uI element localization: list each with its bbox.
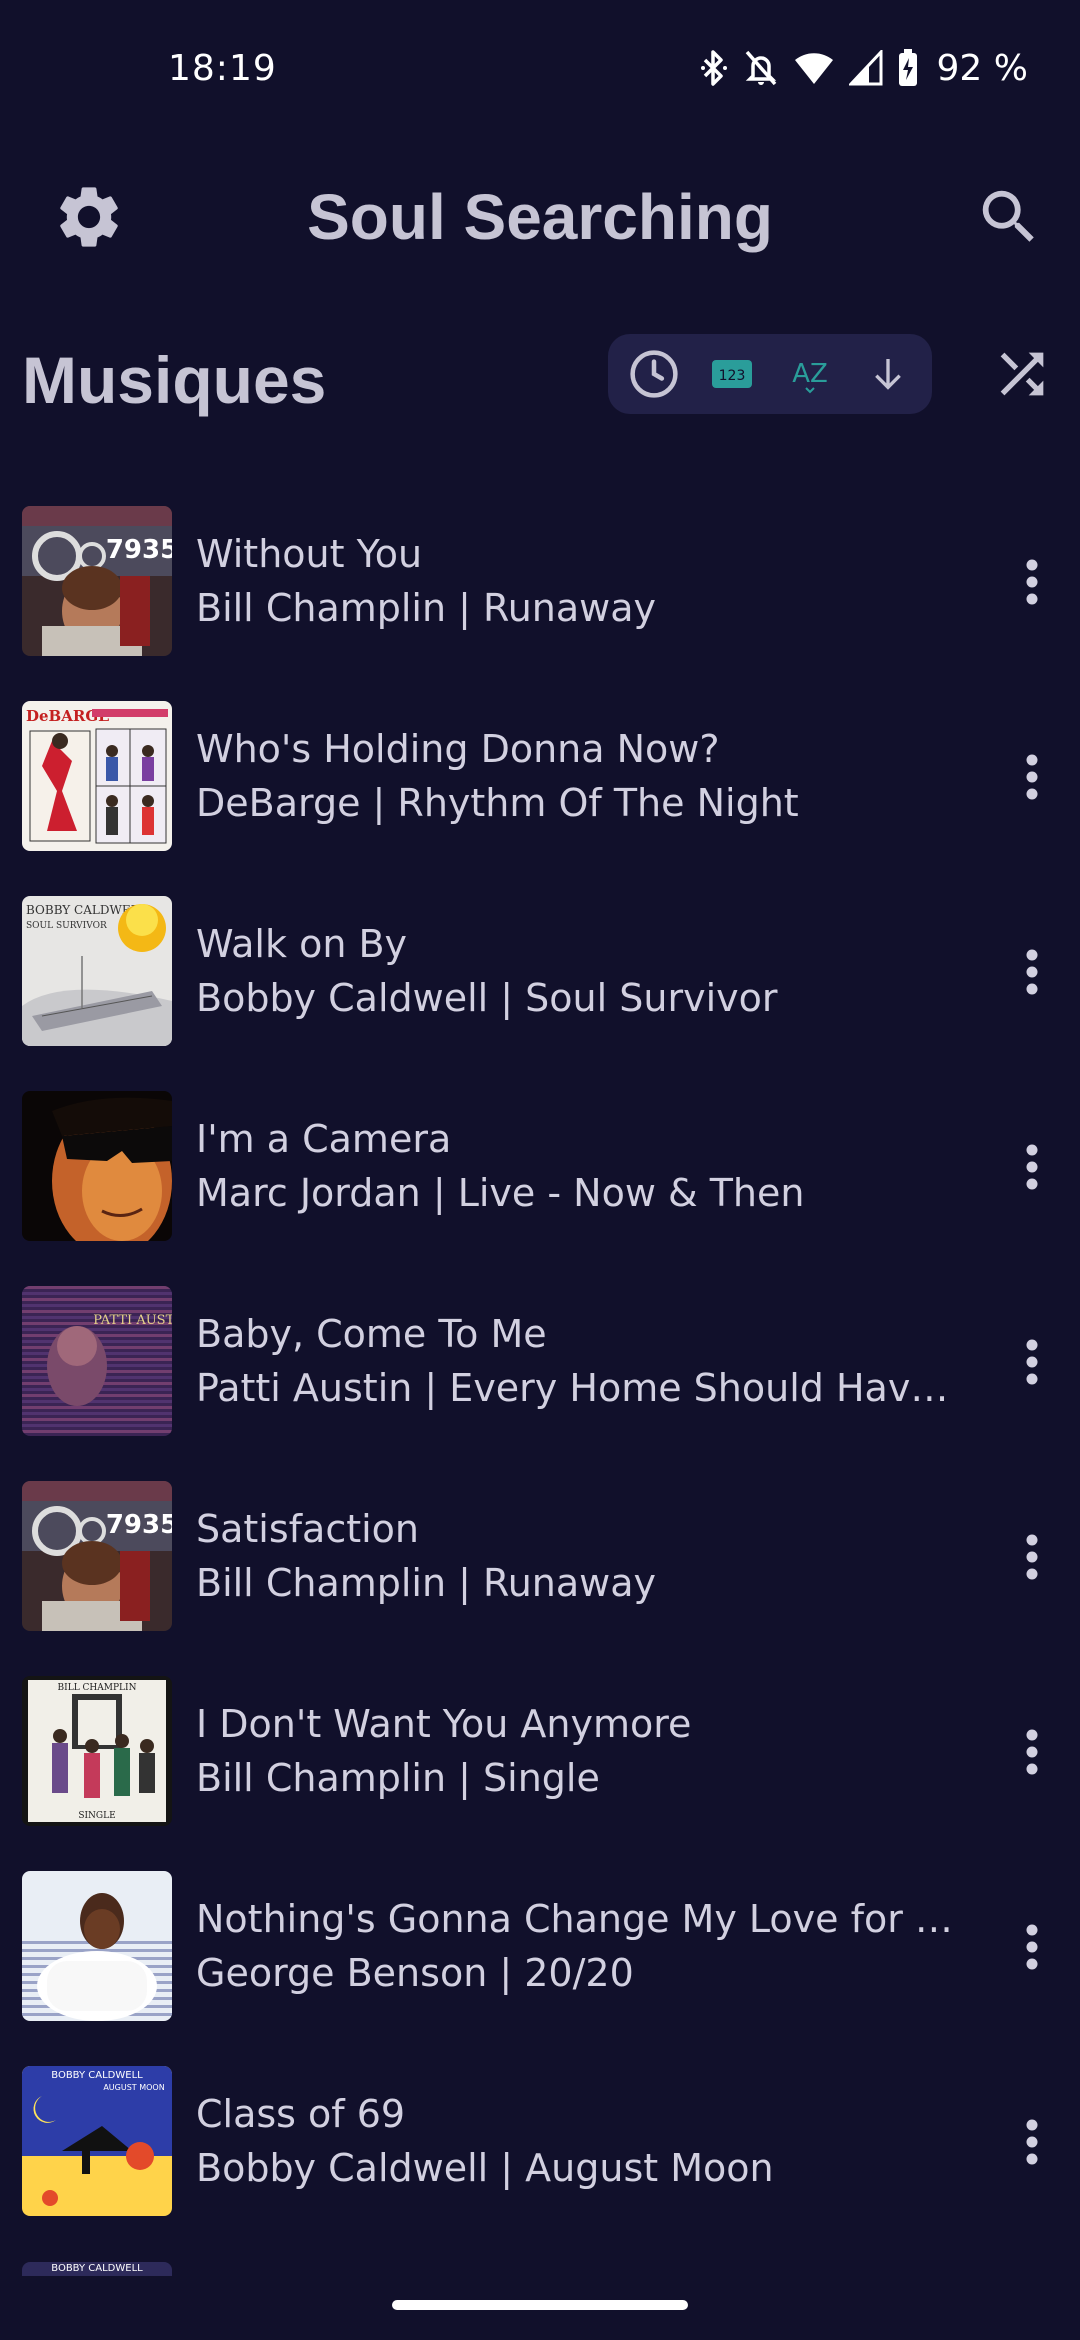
track-title: Who's Holding Donna Now? [196, 727, 720, 771]
more-vert-icon [1026, 1339, 1038, 1385]
more-options-button[interactable] [1002, 1127, 1062, 1207]
art-album: SOUL SURVIVOR [26, 921, 107, 931]
track-artist-album: George Benson | 20/20 [196, 1951, 634, 1995]
art-name: BILL CHAMPLIN [58, 1683, 137, 1693]
track-row[interactable]: 7935 Satisfaction Bill Champlin | Runawa… [0, 1475, 1080, 1670]
more-options-button[interactable] [1002, 932, 1062, 1012]
art-single: SINGLE [78, 1811, 115, 1821]
track-title: I'm a Camera [196, 1117, 452, 1161]
album-art: 7935 [22, 506, 172, 656]
track-artist-album: Bill Champlin | Single [196, 1756, 600, 1800]
track-row[interactable]: DeBARGE Who's Holding Donna Now? DeBarge… [0, 695, 1080, 890]
track-row[interactable]: BOBBY CALDWELL SOUL SURVIVOR Walk on By … [0, 890, 1080, 1085]
bluetooth-icon [699, 48, 729, 88]
az-sort-icon: AZ [792, 359, 828, 394]
track-row[interactable]: BILL CHAMPLIN SINGLE I Don't Want You An… [0, 1670, 1080, 1865]
track-artist-album: Patti Austin | Every Home Should Have O… [196, 1366, 956, 1410]
more-vert-icon [1026, 1924, 1038, 1970]
more-vert-icon [1026, 1534, 1038, 1580]
track-title: I Don't Want You Anymore [196, 1702, 692, 1746]
track-row[interactable]: PATTI AUSTIN Baby, Come To Me Patti Aust… [0, 1280, 1080, 1475]
more-options-button[interactable] [1002, 1907, 1062, 1987]
battery-percentage: 92 % [936, 47, 1028, 89]
screen: 18:19 92 % Soul Searching Musiques 123 A… [0, 0, 1080, 2340]
track-artist-album: Marc Jordan | Live - Now & Then [196, 1171, 805, 1215]
sort-direction-button[interactable] [848, 334, 928, 414]
search-button[interactable] [964, 172, 1054, 262]
clock-icon [630, 350, 678, 398]
album-art: BILL CHAMPLIN SINGLE [22, 1676, 172, 1826]
partial-art-text: BOBBY CALDWELL [51, 2263, 143, 2274]
top-app-bar: Soul Searching [0, 160, 1080, 270]
album-art [22, 1091, 172, 1241]
svg-text:123: 123 [719, 368, 746, 384]
track-title: Nothing's Gonna Change My Love for You [196, 1897, 956, 1941]
album-art [22, 1871, 172, 2021]
track-row[interactable]: BOBBY CALDWELL AUGUST MOON Class of 69 B… [0, 2060, 1080, 2255]
art-album: AUGUST MOON [103, 2083, 164, 2092]
art-number: 7935 [106, 1510, 172, 1540]
art-number: 7935 [106, 535, 172, 565]
more-options-button[interactable] [1002, 1322, 1062, 1402]
status-icons: 92 % [699, 46, 1028, 90]
gesture-navigation-bar[interactable] [392, 2300, 688, 2310]
more-vert-icon [1026, 2119, 1038, 2165]
app-title: Soul Searching [307, 181, 773, 253]
track-title: Walk on By [196, 922, 408, 966]
more-vert-icon [1026, 1729, 1038, 1775]
album-art: 7935 [22, 1481, 172, 1631]
track-title: Without You [196, 532, 423, 576]
section-header: Musiques 123 AZ [0, 330, 1080, 430]
more-vert-icon [1026, 754, 1038, 800]
more-vert-icon [1026, 949, 1038, 995]
track-row[interactable]: I'm a Camera Marc Jordan | Live - Now & … [0, 1085, 1080, 1280]
section-title: Musiques [22, 343, 327, 417]
track-list: 7935 Without You Bill Champlin | Runaway… [0, 500, 1080, 2255]
track-row[interactable]: Nothing's Gonna Change My Love for You G… [0, 1865, 1080, 2060]
partial-album-art: BOBBY CALDWELL [22, 2262, 172, 2276]
cell-signal-icon [848, 50, 883, 86]
more-options-button[interactable] [1002, 542, 1062, 622]
numeric-123-icon: 123 [712, 360, 752, 388]
wifi-icon [793, 50, 835, 86]
search-icon [982, 190, 1034, 242]
track-title: Satisfaction [196, 1507, 420, 1551]
status-bar: 18:19 92 % [0, 0, 1080, 140]
shuffle-icon [1000, 352, 1044, 396]
more-options-button[interactable] [1002, 1517, 1062, 1597]
art-name: PATTI AUSTIN [93, 1313, 172, 1328]
sort-by-number-button[interactable]: 123 [692, 334, 772, 414]
track-artist-album: DeBarge | Rhythm Of The Night [196, 781, 799, 825]
more-options-button[interactable] [1002, 737, 1062, 817]
more-vert-icon [1026, 1144, 1038, 1190]
album-art: BOBBY CALDWELL SOUL SURVIVOR [22, 896, 172, 1046]
track-title: Baby, Come To Me [196, 1312, 547, 1356]
track-title: Class of 69 [196, 2092, 406, 2136]
album-art: BOBBY CALDWELL AUGUST MOON [22, 2066, 172, 2216]
track-row[interactable]: 7935 Without You Bill Champlin | Runaway [0, 500, 1080, 695]
sort-by-date-button[interactable] [614, 334, 694, 414]
track-artist-album: Bobby Caldwell | Soul Survivor [196, 976, 778, 1020]
art-artist: BOBBY CALDWELL [51, 2070, 143, 2081]
svg-text:AZ: AZ [792, 359, 828, 389]
more-options-button[interactable] [1002, 2102, 1062, 2182]
sort-options: 123 AZ [608, 334, 932, 414]
track-artist-album: Bill Champlin | Runaway [196, 586, 657, 630]
status-time: 18:19 [168, 48, 277, 89]
track-artist-album: Bobby Caldwell | August Moon [196, 2146, 774, 2190]
arrow-down-icon [875, 359, 901, 390]
sort-alphabetical-button[interactable]: AZ [770, 334, 850, 414]
track-artist-album: Bill Champlin | Runaway [196, 1561, 657, 1605]
more-vert-icon [1026, 559, 1038, 605]
bell-off-icon [743, 48, 779, 88]
more-options-button[interactable] [1002, 1712, 1062, 1792]
battery-charging-icon [897, 48, 919, 88]
album-art: PATTI AUSTIN [22, 1286, 172, 1436]
shuffle-button[interactable] [982, 334, 1062, 414]
album-art: DeBARGE [22, 701, 172, 851]
